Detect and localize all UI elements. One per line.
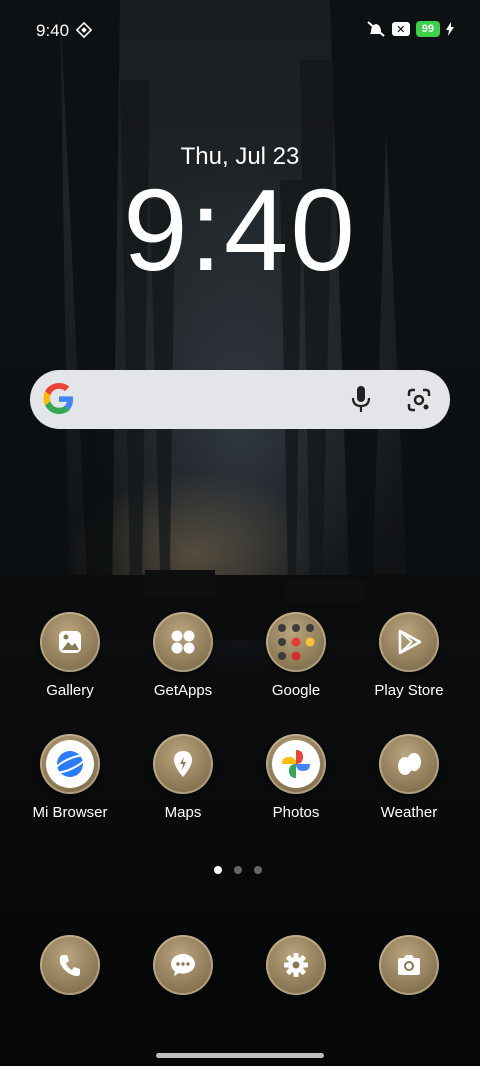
app-photos[interactable]: Photos [248,734,344,821]
google-folder-icon [266,612,326,672]
mi-browser-icon [40,734,100,794]
page-dot[interactable] [254,866,262,874]
google-search-bar[interactable] [30,370,450,429]
app-messages[interactable] [135,935,231,995]
app-label: Gallery [46,682,94,699]
app-label: Weather [380,804,438,821]
phone-icon [40,935,100,995]
lockscreen-clock: 9:40 [123,165,357,295]
getapps-icon [153,612,213,672]
page-indicator [214,866,262,874]
photos-icon [266,734,326,794]
app-play-store[interactable]: Play Store [361,612,457,699]
weather-icon [379,734,439,794]
home-indicator[interactable] [156,1053,324,1058]
app-label: Play Store [374,682,444,699]
app-maps[interactable]: Maps [135,734,231,821]
page-dot-active[interactable] [214,866,222,874]
status-time: 9:40 [36,21,70,40]
x-notification-icon: ✕ [391,22,410,36]
messages-icon [153,935,213,995]
maps-icon [153,734,213,794]
google-logo-icon [43,383,73,414]
camera-icon [379,935,439,995]
settings-icon [266,935,326,995]
vibrate-off-icon [367,21,385,37]
app-label: GetApps [153,682,213,699]
app-google-folder[interactable]: Google [248,612,344,699]
wallpaper-forest [0,0,480,640]
app-label: Maps [164,804,202,821]
app-settings[interactable] [248,935,344,995]
page-dot[interactable] [234,866,242,874]
gallery-icon [40,612,100,672]
app-camera[interactable] [361,935,457,995]
app-label: Mi Browser [32,804,108,821]
status-bar: 9:40 ✕ 99 [0,0,480,62]
app-getapps[interactable]: GetApps [135,612,231,699]
play-store-icon [379,612,439,672]
charging-icon [446,22,454,36]
app-label: Photos [272,804,320,821]
lens-icon[interactable] [406,387,432,413]
app-label: Google [271,682,321,699]
data-saver-icon [76,22,92,38]
battery-icon: 99 [415,21,440,37]
app-mi-browser[interactable]: Mi Browser [22,734,118,821]
app-gallery[interactable]: Gallery [22,612,118,699]
app-phone[interactable] [22,935,118,995]
mic-icon[interactable] [350,385,372,413]
app-weather[interactable]: Weather [361,734,457,821]
